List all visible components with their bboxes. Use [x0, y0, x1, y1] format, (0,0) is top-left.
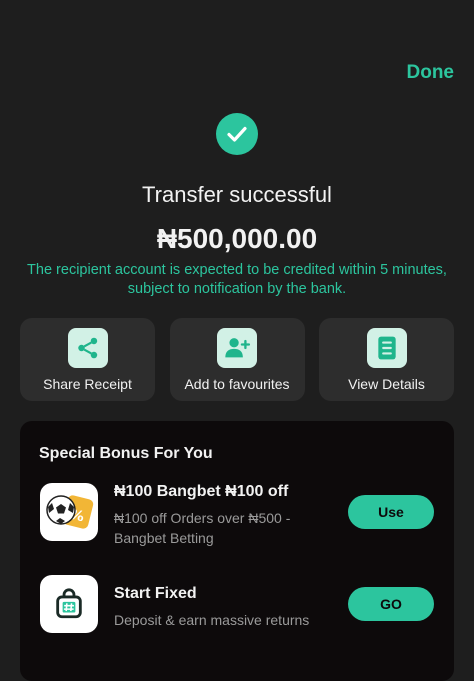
done-button[interactable]: Done: [407, 62, 455, 84]
use-offer-button[interactable]: Use: [348, 495, 434, 529]
share-receipt-label: Share Receipt: [43, 376, 132, 392]
add-user-icon: [217, 328, 257, 368]
bonus-section-title: Special Bonus For You: [39, 445, 213, 462]
transfer-status-title: Transfer successful: [142, 182, 332, 207]
offer-title: Start Fixed: [114, 585, 197, 602]
action-row: Share Receipt Add to favourites View Det…: [20, 318, 454, 401]
offer-description: Deposit & earn massive returns: [114, 612, 310, 628]
bangbet-logo-icon: %: [40, 483, 98, 541]
go-offer-button[interactable]: GO: [348, 587, 434, 621]
credit-notice: The recipient account is expected to be …: [27, 262, 447, 297]
list-document-icon: [366, 328, 407, 368]
offer-title: ₦100 Bangbet ₦100 off: [114, 483, 289, 500]
offer-description: ₦100 off Orders over ₦500 - Bangbet Bett…: [114, 510, 291, 546]
add-to-favourites-label: Add to favourites: [184, 376, 290, 392]
transfer-amount: ₦500,000.00: [156, 223, 318, 254]
share-icon: [67, 328, 108, 368]
add-to-favourites-button[interactable]: Add to favourites: [169, 318, 305, 401]
check-circle-icon: [216, 113, 258, 155]
view-details-label: View Details: [348, 376, 425, 392]
view-details-button[interactable]: View Details: [319, 318, 454, 401]
share-receipt-button[interactable]: Share Receipt: [20, 318, 155, 401]
fixed-savings-bag-icon: [40, 575, 98, 633]
special-bonus-card: Special Bonus For You % ₦100 Bangbet ₦10…: [20, 421, 454, 681]
